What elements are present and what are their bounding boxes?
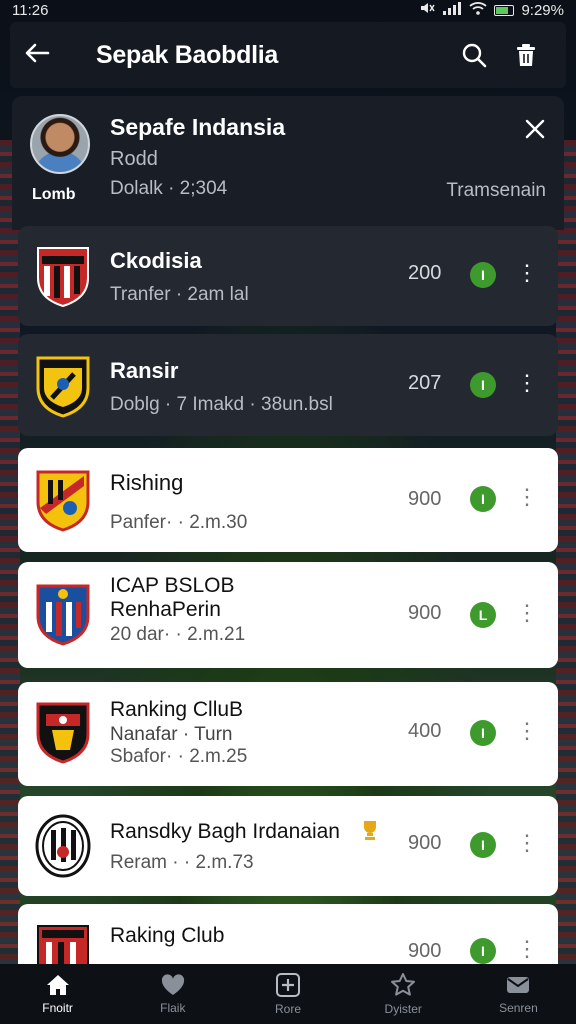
status-badge: I [470, 938, 496, 964]
club-subtitle-secondary: Nanafar · Turn [110, 724, 233, 745]
club-text: ICAP BSLOB RenhaPerin 20 dar· · 2.m.21 [110, 574, 245, 646]
club-text: Ransdky Bagh Irdanaian Reram · · 2.m.73 [110, 820, 340, 874]
nav-label: Senren [499, 1001, 538, 1015]
club-text: Ransir Doblg · 7 Imakd · 38un.bsl [110, 358, 333, 416]
nav-item-home[interactable]: Fnoitr [0, 964, 115, 1024]
home-icon [46, 975, 69, 995]
club-name: Ransir [110, 358, 179, 383]
trophy-icon [358, 818, 382, 847]
club-subtitle: Tranfer · 2am lal [110, 284, 249, 305]
club-points: 900 [408, 602, 442, 624]
club-row[interactable]: Ckodisia Tranfer · 2am lal 200 I ⋮ [18, 226, 558, 326]
wifi-icon [469, 1, 488, 19]
close-icon[interactable] [524, 116, 546, 147]
trash-icon[interactable] [500, 43, 552, 67]
more-vert-icon[interactable]: ⋮ [516, 832, 538, 854]
club-row[interactable]: Ransdky Bagh Irdanaian Reram · · 2.m.73 … [18, 796, 558, 896]
nav-label: Dyister [384, 1002, 422, 1016]
back-arrow-icon[interactable] [24, 39, 64, 71]
more-vert-icon[interactable]: ⋮ [516, 938, 538, 960]
stadium-crowd-right [556, 140, 576, 1024]
status-badge: I [470, 832, 496, 858]
club-crest-icon [36, 470, 90, 532]
club-crest-icon [37, 925, 89, 968]
club-points: 900 [408, 488, 442, 510]
avatar[interactable] [30, 114, 90, 174]
page-title: Sepak Baobdlia [96, 40, 278, 69]
nav-label: Rore [275, 1002, 302, 1016]
status-badge: I [470, 486, 496, 512]
nav-item-favorites[interactable]: Flaik [115, 964, 230, 1024]
club-name: Ckodisia [110, 248, 202, 273]
featured-name: Sepafe Indansia [110, 114, 286, 140]
avatar-label: Lomb [32, 186, 76, 203]
club-name-secondary: RenhaPerin [110, 598, 221, 621]
mute-icon [419, 1, 436, 19]
nav-label: Fnoitr [42, 1001, 73, 1015]
more-vert-icon[interactable]: ⋮ [516, 602, 538, 624]
club-points: 400 [408, 720, 442, 742]
club-row[interactable]: Ranking ClluB Nanafar · Turn Sbafor· · 2… [18, 682, 558, 786]
club-subtitle: 20 dar· · 2.m.21 [110, 624, 246, 645]
nav-item-add[interactable]: Rore [230, 964, 345, 1024]
star-icon [391, 973, 416, 996]
stadium-crowd-left [0, 140, 20, 1024]
club-row[interactable]: Ransir Doblg · 7 Imakd · 38un.bsl 207 I … [18, 334, 558, 436]
more-vert-icon[interactable]: ⋮ [516, 720, 538, 742]
nav-item-starred[interactable]: Dyister [346, 964, 461, 1024]
status-bar: 11:26 9:29% [0, 0, 576, 20]
club-points: 900 [408, 940, 442, 962]
club-crest-icon [35, 814, 91, 878]
status-badge: I [470, 720, 496, 746]
more-vert-icon[interactable]: ⋮ [516, 262, 538, 284]
club-points: 200 [408, 262, 442, 284]
club-subtitle: Reram · · 2.m.73 [110, 852, 254, 873]
add-box-icon [276, 973, 300, 997]
featured-subtitle: Rodd [110, 148, 158, 170]
status-badge: I [470, 262, 496, 288]
club-subtitle: Panfer· · 2.m.30 [110, 512, 248, 533]
status-time: 11:26 [12, 1, 49, 19]
club-name: Ransdky Bagh Irdanaian [110, 820, 340, 843]
nav-label: Flaik [160, 1001, 186, 1015]
club-row[interactable]: ICAP BSLOB RenhaPerin 20 dar· · 2.m.21 9… [18, 562, 558, 668]
club-crest-icon [37, 247, 89, 308]
club-name: ICAP BSLOB [110, 574, 235, 597]
club-text: Ranking ClluB Nanafar · Turn Sbafor· · 2… [110, 698, 247, 768]
search-icon[interactable] [448, 42, 500, 68]
heart-icon [161, 974, 184, 995]
club-subtitle: Sbafor· · 2.m.25 [110, 746, 248, 767]
nav-item-messages[interactable]: Senren [461, 964, 576, 1024]
club-text: Raking Club [110, 924, 224, 948]
club-subtitle: Doblg · 7 Imakd · 38un.bsl [110, 394, 333, 415]
app-bar: Sepak Baobdlia [10, 22, 566, 88]
featured-status: Tramsenain [446, 180, 546, 201]
club-points: 207 [408, 372, 442, 394]
battery-icon [494, 4, 515, 16]
status-icons: 9:29% [419, 1, 564, 19]
club-name: Raking Club [110, 924, 225, 947]
club-row[interactable]: Raking Club 900 I ⋮ [18, 904, 558, 968]
club-crest-icon [36, 356, 90, 418]
club-row[interactable]: Rishing Panfer· · 2.m.30 900 I ⋮ [18, 448, 558, 552]
more-vert-icon[interactable]: ⋮ [516, 372, 538, 394]
status-badge: I [470, 372, 496, 398]
battery-text: 9:29% [521, 1, 564, 19]
more-vert-icon[interactable]: ⋮ [516, 486, 538, 508]
featured-club-card: Lomb Sepafe Indansia Rodd Dolalk · 2;304… [12, 96, 564, 230]
club-crest-icon [36, 584, 90, 646]
featured-meta: Dolalk · 2;304 [110, 178, 228, 199]
club-name: Rishing [110, 470, 184, 495]
status-badge: L [470, 602, 496, 628]
club-points: 900 [408, 832, 442, 854]
club-name: Ranking ClluB [110, 698, 244, 721]
club-crest-icon [36, 702, 90, 764]
club-text: Rishing Panfer· · 2.m.30 [110, 470, 247, 534]
mail-icon [507, 977, 530, 993]
bottom-nav: Fnoitr Flaik Rore Dyister Senren [0, 964, 576, 1024]
club-text: Ckodisia Tranfer · 2am lal [110, 248, 249, 306]
signal-icon [442, 1, 462, 19]
